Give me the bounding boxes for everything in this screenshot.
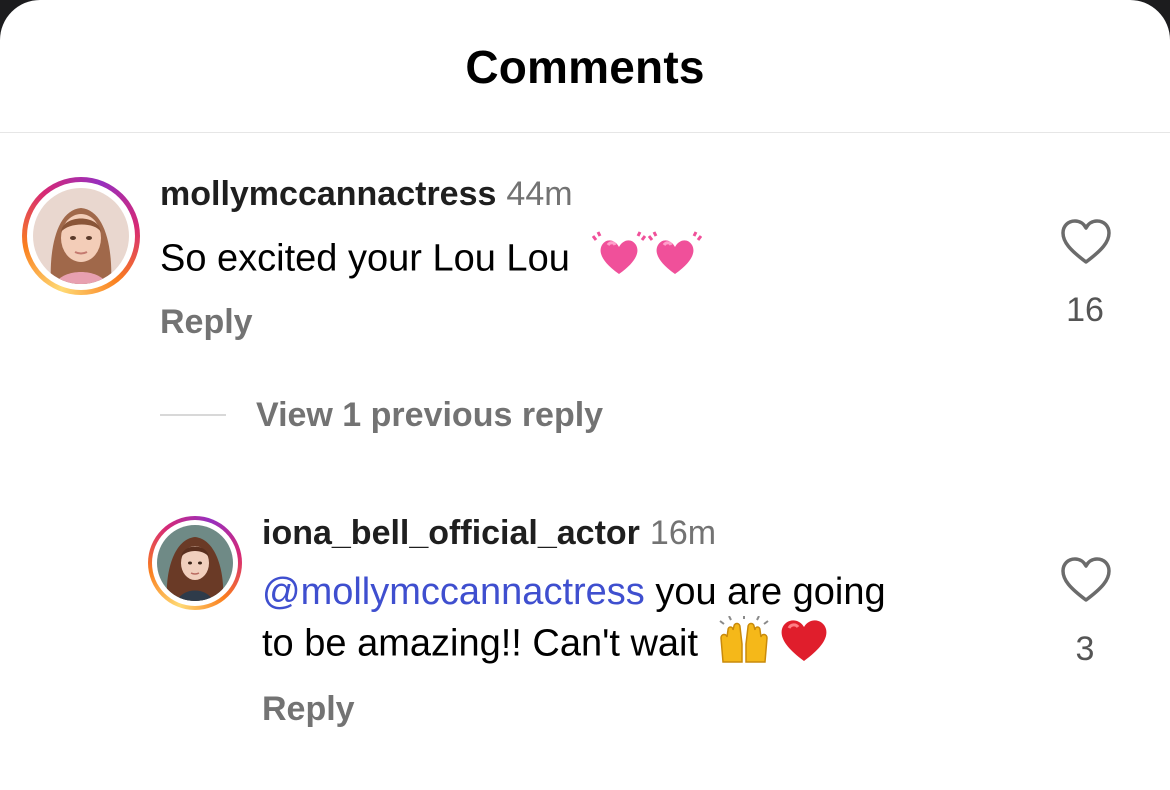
like-count: 3 [1075,630,1095,668]
reply-body-line1: you are going [644,571,886,613]
raising-hands-emoji-icon [715,615,773,675]
view-previous-replies-button[interactable]: View 1 previous reply [160,393,603,437]
reply-text: @mollymccannactress you are going to be … [262,569,1022,676]
reply-button[interactable]: Reply [160,303,253,342]
reply-timestamp: 16m [649,514,717,552]
reply-username[interactable]: iona_bell_official_actor 16m [262,514,716,553]
beating-heart-emoji-icon [648,230,703,291]
heart-icon[interactable] [1060,556,1112,604]
avatar[interactable] [22,177,140,295]
red-heart-emoji-icon [777,615,831,676]
divider [160,414,226,416]
avatar[interactable] [148,516,242,610]
username-text[interactable]: iona_bell_official_actor [262,514,640,552]
like-count: 16 [1066,291,1104,329]
profile-photo-icon [33,188,129,284]
reply-button[interactable]: Reply [262,690,355,729]
view-replies-label[interactable]: View 1 previous reply [256,396,603,435]
comment-body: So excited your Lou Lou [160,237,570,280]
comment-timestamp: 44m [506,175,573,213]
page-title: Comments [465,41,705,93]
mention-link[interactable]: @mollymccannactress [262,571,645,613]
beating-heart-emoji-icon [592,230,647,291]
profile-photo-icon [157,525,233,601]
comments-sheet: Comments mollymccannactress 44m So excit… [0,0,1170,790]
username-text[interactable]: mollymccannactress [160,175,496,213]
comment-username[interactable]: mollymccannactress 44m [160,175,573,214]
comment-text: So excited your Lou Lou [160,230,703,291]
reply-body-line2: to be amazing!! Can't wait [262,622,699,665]
comments-header: Comments [0,0,1170,133]
heart-icon[interactable] [1060,218,1112,266]
